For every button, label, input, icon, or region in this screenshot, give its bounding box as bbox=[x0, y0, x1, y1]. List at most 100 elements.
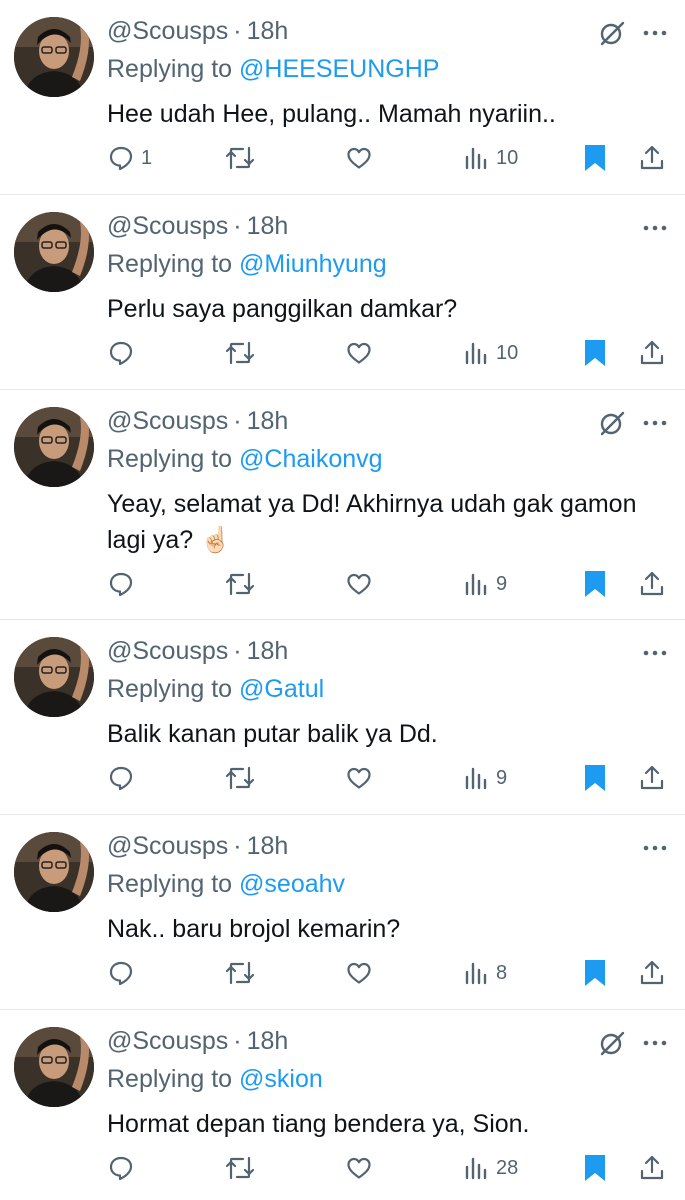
handle[interactable]: @Scousps bbox=[107, 832, 228, 860]
replying-prefix: Replying to bbox=[107, 675, 233, 703]
timestamp[interactable]: 18h bbox=[247, 1027, 289, 1055]
retweet-icon bbox=[225, 146, 255, 170]
more-icon[interactable] bbox=[640, 640, 670, 666]
tweet-header: @Scousps · 18h bbox=[107, 404, 288, 438]
share-icon bbox=[640, 571, 664, 596]
tweet-header: @Scousps · 18h bbox=[107, 1024, 288, 1058]
handle[interactable]: @Scousps bbox=[107, 212, 228, 240]
bookmark-button[interactable] bbox=[582, 335, 608, 371]
action-bar: 9 bbox=[0, 760, 685, 796]
avatar[interactable] bbox=[14, 637, 94, 717]
like-button[interactable] bbox=[345, 1150, 379, 1186]
action-bar: 1 10 bbox=[0, 140, 685, 176]
bookmark-icon bbox=[585, 960, 605, 986]
replying-prefix: Replying to bbox=[107, 250, 233, 278]
reply-button[interactable] bbox=[107, 955, 141, 991]
like-button[interactable] bbox=[345, 335, 379, 371]
reply-button[interactable] bbox=[107, 760, 141, 796]
mention-link[interactable]: @seoahv bbox=[239, 870, 345, 898]
retweet-icon bbox=[225, 572, 255, 596]
views-button[interactable]: 10 bbox=[464, 140, 518, 176]
reply-button[interactable] bbox=[107, 1150, 141, 1186]
timestamp[interactable]: 18h bbox=[247, 637, 289, 665]
replying-to: Replying to @HEESEUNGHP bbox=[107, 52, 439, 86]
separator: · bbox=[233, 832, 242, 860]
grok-icon[interactable] bbox=[598, 410, 626, 438]
share-button[interactable] bbox=[638, 335, 666, 371]
retweet-button[interactable] bbox=[224, 566, 262, 602]
tweet[interactable]: @Scousps · 18h Replying to @Gatul Balik ka… bbox=[0, 620, 685, 815]
share-icon bbox=[640, 765, 664, 790]
timestamp[interactable]: 18h bbox=[247, 407, 289, 435]
bookmark-button[interactable] bbox=[582, 1150, 608, 1186]
retweet-button[interactable] bbox=[224, 335, 262, 371]
reply-button[interactable] bbox=[107, 335, 141, 371]
tweet[interactable]: @Scousps · 18h Replying to @Chaikonvg Yeay… bbox=[0, 390, 685, 620]
handle[interactable]: @Scousps bbox=[107, 1027, 228, 1055]
views-button[interactable]: 9 bbox=[464, 566, 507, 602]
reply-button[interactable]: 1 bbox=[107, 140, 152, 176]
tweet[interactable]: @Scousps · 18h Replying to @skion Hormat d… bbox=[0, 1010, 685, 1195]
share-button[interactable] bbox=[638, 955, 666, 991]
views-button[interactable]: 9 bbox=[464, 760, 507, 796]
timestamp[interactable]: 18h bbox=[247, 832, 289, 860]
more-icon[interactable] bbox=[640, 20, 670, 46]
more-icon[interactable] bbox=[640, 215, 670, 241]
tweet[interactable]: @Scousps · 18h Replying to @Miunhyung Perl… bbox=[0, 195, 685, 390]
share-button[interactable] bbox=[638, 760, 666, 796]
grok-icon[interactable] bbox=[598, 1030, 626, 1058]
views-button[interactable]: 8 bbox=[464, 955, 507, 991]
retweet-button[interactable] bbox=[224, 955, 262, 991]
mention-link[interactable]: @Gatul bbox=[239, 675, 324, 703]
more-icon[interactable] bbox=[640, 835, 670, 861]
bookmark-icon bbox=[585, 571, 605, 597]
handle[interactable]: @Scousps bbox=[107, 407, 228, 435]
like-button[interactable] bbox=[345, 566, 379, 602]
avatar[interactable] bbox=[14, 407, 94, 487]
share-button[interactable] bbox=[638, 1150, 666, 1186]
bookmark-button[interactable] bbox=[582, 760, 608, 796]
timestamp[interactable]: 18h bbox=[247, 212, 289, 240]
views-icon bbox=[465, 962, 487, 985]
grok-icon[interactable] bbox=[598, 20, 626, 48]
reply-icon bbox=[109, 1156, 133, 1181]
replying-to: Replying to @Chaikonvg bbox=[107, 442, 383, 476]
reply-icon bbox=[109, 341, 133, 366]
more-icon[interactable] bbox=[640, 410, 670, 436]
timestamp[interactable]: 18h bbox=[247, 17, 289, 45]
mention-link[interactable]: @Chaikonvg bbox=[239, 445, 383, 473]
handle[interactable]: @Scousps bbox=[107, 637, 228, 665]
like-button[interactable] bbox=[345, 760, 379, 796]
reply-icon bbox=[109, 766, 133, 791]
like-button[interactable] bbox=[345, 955, 379, 991]
share-button[interactable] bbox=[638, 140, 666, 176]
bookmark-button[interactable] bbox=[582, 955, 608, 991]
retweet-button[interactable] bbox=[224, 1150, 262, 1186]
avatar[interactable] bbox=[14, 212, 94, 292]
share-icon bbox=[640, 145, 664, 170]
tweet-header: @Scousps · 18h bbox=[107, 14, 288, 48]
more-icon[interactable] bbox=[640, 1030, 670, 1056]
handle[interactable]: @Scousps bbox=[107, 17, 228, 45]
avatar[interactable] bbox=[14, 17, 94, 97]
views-count: 9 bbox=[496, 572, 508, 595]
avatar[interactable] bbox=[14, 1027, 94, 1107]
action-bar: 8 bbox=[0, 955, 685, 991]
reply-button[interactable] bbox=[107, 566, 141, 602]
share-button[interactable] bbox=[638, 566, 666, 602]
retweet-icon bbox=[225, 1156, 255, 1180]
retweet-button[interactable] bbox=[224, 760, 262, 796]
bookmark-button[interactable] bbox=[582, 140, 608, 176]
like-button[interactable] bbox=[345, 140, 379, 176]
views-button[interactable]: 28 bbox=[464, 1150, 518, 1186]
avatar[interactable] bbox=[14, 832, 94, 912]
mention-link[interactable]: @HEESEUNGHP bbox=[239, 55, 439, 83]
like-icon bbox=[347, 962, 371, 984]
tweet[interactable]: @Scousps · 18h Replying to @seoahv Nak.. b… bbox=[0, 815, 685, 1010]
mention-link[interactable]: @skion bbox=[239, 1065, 323, 1093]
mention-link[interactable]: @Miunhyung bbox=[239, 250, 387, 278]
retweet-button[interactable] bbox=[224, 140, 262, 176]
tweet[interactable]: @Scousps · 18h Replying to @HEESEUNGHP Hee… bbox=[0, 0, 685, 195]
bookmark-button[interactable] bbox=[582, 566, 608, 602]
views-button[interactable]: 10 bbox=[464, 335, 518, 371]
